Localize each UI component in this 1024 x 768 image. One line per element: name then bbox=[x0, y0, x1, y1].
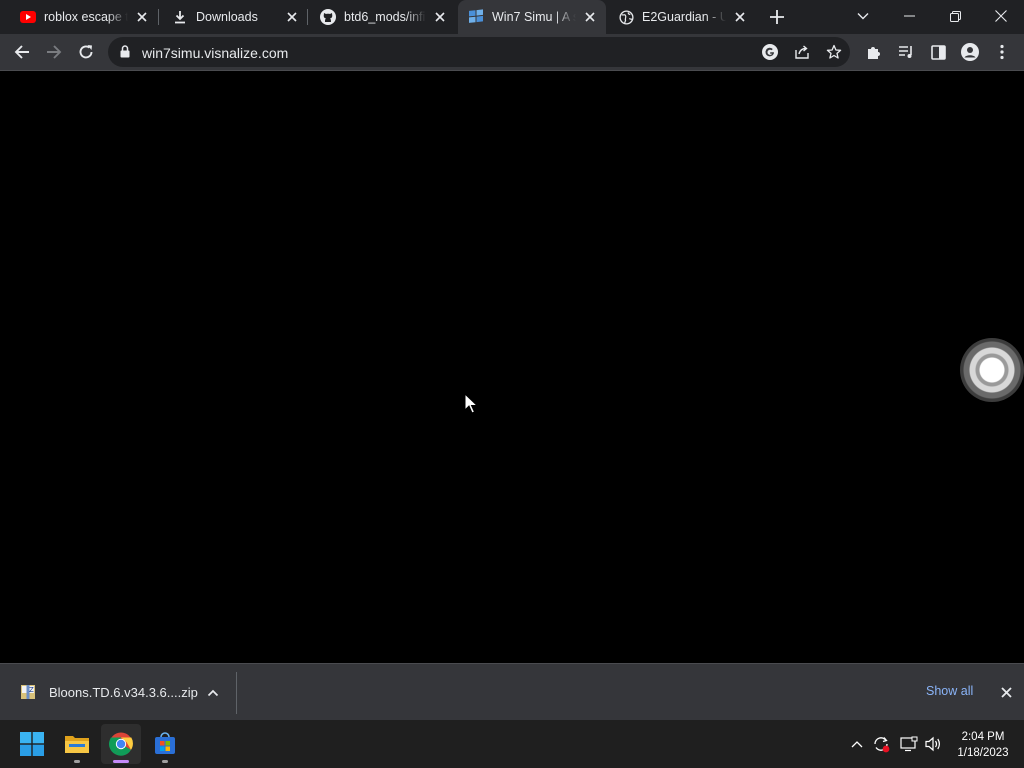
mouse-cursor-icon bbox=[464, 393, 478, 414]
reload-button[interactable] bbox=[72, 38, 100, 66]
side-panel-icon bbox=[930, 44, 946, 60]
url-text: win7simu.visnalize.com bbox=[142, 45, 289, 61]
media-control-button[interactable] bbox=[892, 38, 920, 66]
close-tab-icon[interactable] bbox=[432, 9, 448, 25]
kebab-menu-icon bbox=[1000, 44, 1004, 60]
volume-icon bbox=[925, 736, 940, 752]
chrome-button[interactable] bbox=[101, 724, 141, 764]
file-explorer-button[interactable] bbox=[57, 724, 97, 764]
network-icon bbox=[900, 736, 918, 752]
download-shelf: Z Bloons.TD.6.v34.3.6....zip Show all bbox=[0, 663, 1024, 720]
profile-icon bbox=[961, 43, 979, 61]
show-hidden-icons-button[interactable] bbox=[847, 734, 867, 754]
sync-icon bbox=[874, 737, 890, 753]
sync-status-button[interactable] bbox=[871, 734, 891, 754]
globe-icon bbox=[618, 9, 634, 25]
download-file-name: Bloons.TD.6.v34.3.6....zip bbox=[49, 685, 198, 700]
win7simu-icon bbox=[468, 9, 484, 25]
youtube-icon bbox=[20, 9, 36, 25]
start-icon bbox=[20, 732, 44, 756]
google-icon[interactable] bbox=[762, 44, 778, 65]
show-all-link[interactable]: Show all bbox=[926, 684, 973, 698]
reload-icon bbox=[79, 45, 93, 59]
share-icon[interactable] bbox=[794, 44, 810, 65]
lock-icon[interactable] bbox=[120, 45, 130, 63]
system-clock[interactable]: 2:04 PM 1/18/2023 bbox=[950, 729, 1016, 761]
shelf-divider bbox=[236, 672, 237, 714]
chevron-down-icon bbox=[857, 13, 869, 20]
extensions-button[interactable] bbox=[860, 38, 888, 66]
zip-file-icon: Z bbox=[21, 685, 35, 699]
menu-button[interactable] bbox=[988, 38, 1016, 66]
minimize-button[interactable] bbox=[886, 0, 932, 32]
svg-text:Z: Z bbox=[29, 686, 34, 694]
active-indicator bbox=[113, 760, 129, 763]
close-window-button[interactable] bbox=[978, 0, 1024, 32]
microsoft-store-icon bbox=[155, 732, 175, 754]
address-bar[interactable]: win7simu.visnalize.com bbox=[108, 37, 850, 67]
back-button[interactable] bbox=[8, 38, 36, 66]
download-options-button[interactable] bbox=[204, 684, 222, 702]
close-icon bbox=[995, 10, 1007, 22]
tab-strip: roblox escape the Downloads btd6_mods/in… bbox=[0, 0, 1024, 34]
windows-taskbar: 2:04 PM 1/18/2023 bbox=[0, 720, 1024, 768]
restore-button[interactable] bbox=[932, 0, 978, 32]
arrow-left-icon bbox=[14, 45, 29, 59]
running-indicator bbox=[74, 760, 80, 763]
profile-button[interactable] bbox=[956, 38, 984, 66]
volume-button[interactable] bbox=[924, 734, 944, 754]
plus-icon bbox=[770, 10, 784, 24]
start-button[interactable] bbox=[12, 724, 52, 764]
page-content[interactable] bbox=[0, 71, 1024, 663]
close-tab-icon[interactable] bbox=[284, 9, 300, 25]
arrow-right-icon bbox=[47, 45, 62, 59]
bookmark-star-icon[interactable] bbox=[826, 44, 842, 65]
tab-title: Downloads bbox=[196, 10, 258, 24]
tab-title: Win7 Simu | A sim bbox=[492, 10, 576, 24]
close-tab-icon[interactable] bbox=[134, 9, 150, 25]
github-icon bbox=[320, 9, 336, 25]
media-queue-icon bbox=[899, 46, 912, 58]
running-indicator bbox=[162, 760, 168, 763]
close-tab-icon[interactable] bbox=[582, 9, 598, 25]
side-panel-button[interactable] bbox=[924, 38, 952, 66]
puzzle-icon bbox=[868, 47, 880, 59]
chevron-up-icon bbox=[851, 741, 863, 748]
tab-e2guardian[interactable]: E2Guardian - Unable bbox=[598, 0, 756, 34]
close-tab-icon[interactable] bbox=[732, 9, 748, 25]
chevron-up-icon bbox=[207, 689, 219, 697]
network-button[interactable] bbox=[899, 734, 919, 754]
tab-title: E2Guardian - Unable bbox=[642, 10, 726, 24]
new-tab-button[interactable] bbox=[763, 3, 791, 31]
file-explorer-icon bbox=[65, 736, 89, 753]
chrome-icon bbox=[109, 732, 133, 756]
download-item[interactable]: Z Bloons.TD.6.v34.3.6....zip bbox=[0, 664, 236, 720]
close-icon bbox=[1000, 686, 1012, 698]
browser-toolbar: win7simu.visnalize.com bbox=[0, 34, 1024, 70]
download-icon bbox=[172, 9, 188, 25]
tab-title: btd6_mods/infinite bbox=[344, 10, 426, 24]
tab-youtube[interactable]: roblox escape the bbox=[0, 0, 158, 34]
minimize-icon bbox=[903, 15, 915, 17]
tab-downloads[interactable]: Downloads bbox=[152, 0, 308, 34]
close-shelf-button[interactable] bbox=[996, 682, 1016, 702]
tab-github[interactable]: btd6_mods/infinite bbox=[300, 0, 456, 34]
microsoft-store-button[interactable] bbox=[145, 724, 185, 764]
tab-search-button[interactable] bbox=[840, 0, 886, 32]
clock-time: 2:04 PM bbox=[961, 731, 1005, 743]
clock-date: 1/18/2023 bbox=[957, 747, 1009, 759]
forward-button[interactable] bbox=[40, 38, 68, 66]
tab-title: roblox escape the bbox=[44, 10, 128, 24]
floating-action-button[interactable] bbox=[960, 338, 1024, 402]
restore-icon bbox=[949, 10, 961, 22]
tab-win7-simu[interactable]: Win7 Simu | A sim bbox=[458, 0, 606, 34]
